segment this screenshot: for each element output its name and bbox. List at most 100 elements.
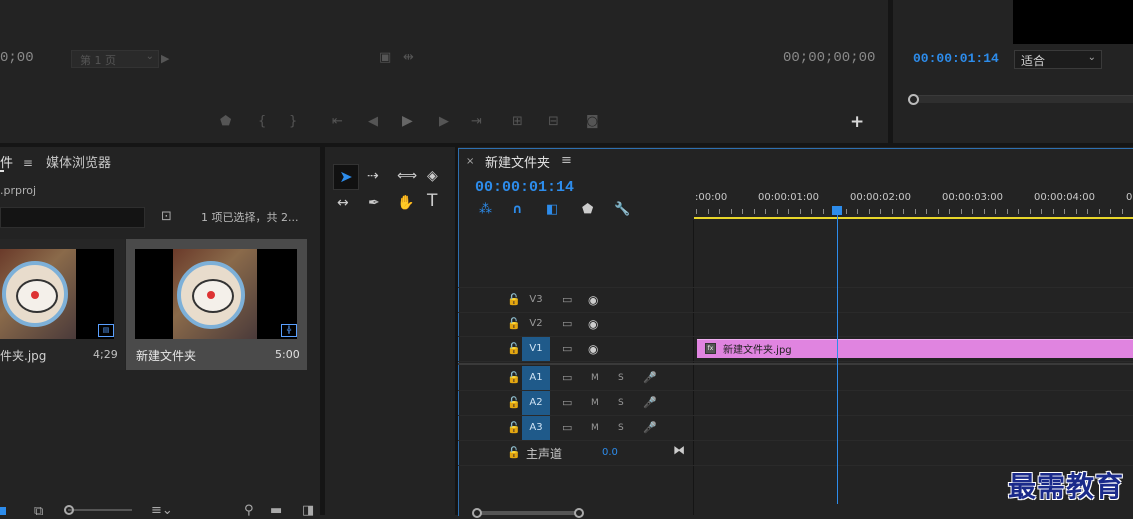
track-name[interactable]: V1 bbox=[522, 337, 550, 361]
ruler-tick bbox=[719, 209, 720, 214]
eye-icon[interactable]: ◉ bbox=[588, 317, 598, 331]
ruler-tick bbox=[1007, 209, 1008, 214]
lock-icon[interactable]: 🔓 bbox=[507, 371, 521, 385]
track-name[interactable]: V3 bbox=[522, 288, 550, 312]
project-panel: 件 ≡ 媒体浏览器 .prproj ⊡ 1 项已选择，共 2... ▤ 件夹.j… bbox=[0, 147, 320, 519]
add-marker-icon[interactable]: ⬟ bbox=[582, 203, 593, 217]
lock-icon[interactable] bbox=[0, 507, 6, 515]
ruler-tick bbox=[926, 209, 927, 214]
search-input[interactable] bbox=[0, 207, 145, 228]
mark-in-icon[interactable]: { bbox=[258, 115, 266, 129]
lock-icon[interactable]: 🔓 bbox=[507, 317, 521, 331]
razor-tool-icon[interactable]: ◈ bbox=[427, 169, 438, 183]
icon-view-icon[interactable]: ⧉ bbox=[34, 505, 43, 519]
master-volume-value[interactable]: 0.0 bbox=[602, 447, 618, 458]
menu-icon[interactable]: ≡ bbox=[23, 156, 33, 170]
export-frame-icon[interactable]: ▣ bbox=[379, 51, 391, 65]
ruler-tick bbox=[857, 209, 858, 214]
film-icon[interactable]: ▭ bbox=[562, 421, 572, 435]
timeline-tab-title[interactable]: 新建文件夹 bbox=[485, 152, 550, 171]
work-area-bar[interactable] bbox=[694, 217, 1133, 219]
program-scrubber[interactable] bbox=[913, 95, 1133, 103]
tab-media-browser[interactable]: 媒体浏览器 bbox=[46, 152, 111, 171]
timeline-clip[interactable]: fx 新建文件夹.jpg bbox=[697, 339, 1133, 358]
go-to-out-icon[interactable]: ⇥ bbox=[471, 115, 482, 129]
new-bin-icon[interactable]: ▬ bbox=[270, 504, 282, 518]
microphone-icon[interactable]: 🎤 bbox=[643, 396, 657, 410]
linked-selection-icon[interactable]: ◧ bbox=[546, 203, 558, 217]
hand-tool-icon[interactable]: ✋ bbox=[397, 196, 414, 210]
go-to-in-icon[interactable]: ⇤ bbox=[332, 115, 343, 129]
step-forward-icon[interactable]: ▶ bbox=[439, 115, 449, 129]
fx-icon: fx bbox=[705, 343, 716, 354]
playhead-handle-icon[interactable] bbox=[908, 94, 919, 105]
sort-icon[interactable]: ≡⌄ bbox=[151, 504, 173, 518]
eye-icon[interactable]: ◉ bbox=[588, 342, 598, 356]
scroll-handle-left[interactable] bbox=[472, 508, 482, 518]
new-item-icon[interactable]: ◨ bbox=[302, 504, 314, 518]
snap-magnet-icon[interactable]: ∩ bbox=[512, 203, 523, 217]
microphone-icon[interactable]: 🎤 bbox=[643, 421, 657, 435]
track-name[interactable]: A1 bbox=[522, 366, 550, 390]
project-item-selected[interactable]: ╬ 新建文件夹 5:00 bbox=[126, 239, 307, 370]
find-icon[interactable]: ⚲ bbox=[244, 504, 254, 518]
zoom-select[interactable]: 适合 ⌄ bbox=[1014, 50, 1102, 69]
mark-out-icon[interactable]: } bbox=[289, 115, 297, 129]
lock-icon[interactable]: 🔓 bbox=[507, 293, 521, 307]
solo-button[interactable]: S bbox=[618, 416, 624, 440]
ripple-edit-tool-icon[interactable]: ⟺ bbox=[397, 169, 417, 183]
mute-button[interactable]: M bbox=[591, 366, 599, 390]
close-tab-icon[interactable]: × bbox=[466, 155, 474, 169]
page-select[interactable]: 第 1 页 ⌄ bbox=[71, 50, 159, 68]
camera-icon[interactable]: ◙ bbox=[586, 115, 599, 129]
wrench-icon[interactable]: 🔧 bbox=[614, 203, 630, 217]
lock-icon[interactable]: 🔓 bbox=[507, 396, 521, 410]
project-item[interactable]: ▤ 件夹.jpg 4;29 bbox=[0, 239, 125, 370]
selection-tool-button[interactable]: ➤ bbox=[333, 164, 359, 190]
doraemon-image-icon bbox=[2, 261, 68, 327]
search-filter-icon[interactable]: ⊡ bbox=[161, 210, 172, 224]
track-select-tool-icon[interactable]: ⇢ bbox=[367, 169, 379, 183]
add-marker-icon[interactable]: ⬟ bbox=[220, 115, 231, 129]
zoom-slider-handle[interactable] bbox=[64, 505, 74, 515]
pen-tool-icon[interactable]: ✒ bbox=[368, 196, 380, 210]
playhead-line[interactable] bbox=[837, 214, 838, 504]
play-icon[interactable]: ▶ bbox=[402, 114, 413, 128]
drag-audio-icon[interactable]: ⇹ bbox=[403, 51, 414, 65]
film-icon[interactable]: ▭ bbox=[562, 371, 572, 385]
menu-icon[interactable]: ≡ bbox=[561, 154, 572, 168]
step-back-icon[interactable]: ◀ bbox=[368, 115, 378, 129]
program-monitor: 00:00:01:14 适合 ⌄ bbox=[893, 0, 1133, 143]
add-button-icon[interactable]: + bbox=[850, 114, 864, 131]
nest-icon[interactable]: ⁂ bbox=[479, 203, 492, 217]
film-icon[interactable]: ▭ bbox=[562, 396, 572, 410]
ruler-label: 0 bbox=[1126, 192, 1133, 203]
eye-icon[interactable]: ◉ bbox=[588, 293, 598, 307]
play-small-icon[interactable]: ▶ bbox=[161, 52, 169, 66]
film-icon[interactable]: ▭ bbox=[562, 317, 572, 331]
overwrite-icon[interactable]: ⊟ bbox=[548, 115, 559, 129]
timeline-timecode[interactable]: 00:00:01:14 bbox=[475, 179, 574, 196]
track-name[interactable]: V2 bbox=[522, 312, 550, 336]
lock-icon[interactable]: 🔓 bbox=[507, 421, 521, 435]
slip-tool-icon[interactable]: ↔ bbox=[337, 196, 349, 210]
track-name[interactable]: A3 bbox=[522, 416, 550, 440]
film-icon[interactable]: ▭ bbox=[562, 293, 572, 307]
mute-button[interactable]: M bbox=[591, 416, 599, 440]
lock-icon[interactable]: 🔓 bbox=[507, 446, 521, 460]
program-timecode[interactable]: 00:00:01:14 bbox=[913, 51, 999, 66]
scroll-handle-right[interactable] bbox=[574, 508, 584, 518]
tab-project[interactable]: 件 ≡ bbox=[0, 152, 33, 171]
insert-icon[interactable]: ⊞ bbox=[512, 115, 523, 129]
mute-button[interactable]: M bbox=[591, 391, 599, 415]
zoom-slider[interactable] bbox=[68, 509, 132, 511]
track-name[interactable]: A2 bbox=[522, 391, 550, 415]
solo-button[interactable]: S bbox=[618, 391, 624, 415]
type-tool-icon[interactable]: T bbox=[427, 193, 437, 210]
timeline-zoom-scrollbar[interactable] bbox=[476, 511, 580, 515]
solo-button[interactable]: S bbox=[618, 366, 624, 390]
microphone-icon[interactable]: 🎤 bbox=[643, 371, 657, 385]
lock-icon[interactable]: 🔓 bbox=[507, 342, 521, 356]
film-icon[interactable]: ▭ bbox=[562, 342, 572, 356]
go-to-in-out-icon[interactable]: ⧓ bbox=[673, 443, 685, 457]
